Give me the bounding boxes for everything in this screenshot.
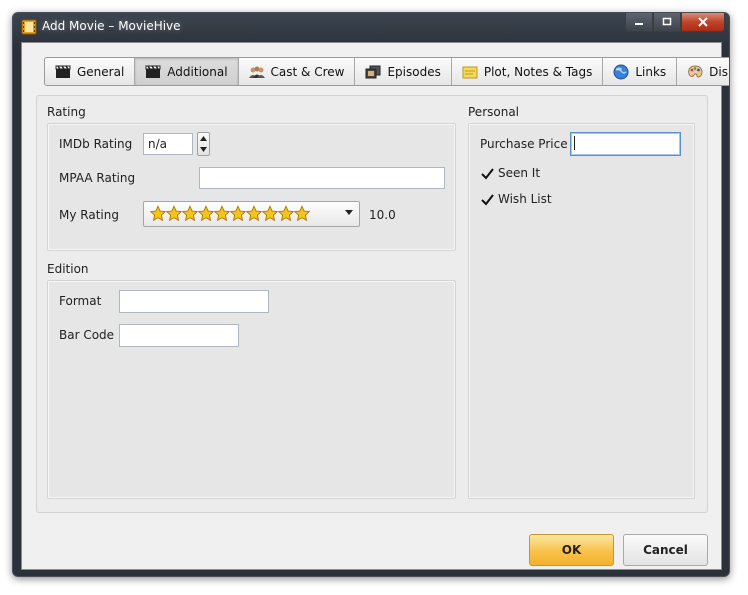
maximize-icon [662,17,672,26]
tab-label: Additional [167,64,228,79]
my-rating-dropdown[interactable] [143,201,360,227]
clapperboard-icon [145,65,161,78]
star-icon [230,205,246,222]
imdb-rating-input[interactable] [143,133,193,155]
tab-display[interactable]: Display [677,58,729,85]
rating-stars [150,205,310,222]
checkmark-icon [481,167,494,180]
tab-label: General [77,64,125,79]
palette-icon [688,64,703,77]
edition-panel: Format Bar Code [47,280,456,499]
tab-episodes[interactable]: Episodes [355,58,452,85]
tab-bar: General Additional Cast & Crew Episodes … [44,57,729,86]
globe-icon [613,64,629,79]
tab-label: Episodes [387,64,441,79]
star-icon [198,205,214,222]
star-icon [150,205,166,222]
seen-it-checkbox[interactable]: Seen It [481,166,540,180]
star-icon [278,205,294,222]
window-controls [625,13,725,32]
close-button[interactable] [681,13,725,32]
chevron-down-icon [345,210,353,215]
star-icon [214,205,230,222]
window-title: Add Movie – MovieHive [42,19,181,33]
edition-group-label: Edition [47,262,89,276]
imdb-rating-label: IMDb Rating [59,137,133,151]
tab-label: Plot, Notes & Tags [483,64,593,79]
minimize-button[interactable] [625,13,653,32]
wish-list-checkbox[interactable]: Wish List [481,192,552,206]
star-icon [262,205,278,222]
tab-label: Cast & Crew [270,64,345,79]
tab-links[interactable]: Links [603,58,678,85]
clapperboard-icon [55,65,71,78]
bar-code-input[interactable] [119,324,239,347]
dialog-client-area: General Additional Cast & Crew Episodes … [21,42,729,570]
imdb-rating-spinner[interactable] [197,132,210,156]
spin-down-button[interactable] [198,144,209,155]
arrow-down-icon [200,147,207,152]
rating-panel: IMDb Rating MPAA Rating My Rating [47,123,456,251]
spin-up-button[interactable] [198,133,209,144]
mpaa-rating-input[interactable] [199,167,445,189]
format-input[interactable] [119,290,269,313]
wish-list-label: Wish List [498,192,552,206]
bar-code-label: Bar Code [59,328,115,342]
add-movie-window: Add Movie – MovieHive General Additional [12,12,730,577]
seen-it-label: Seen It [498,166,541,180]
star-icon [182,205,198,222]
checkmark-icon [481,193,494,206]
mpaa-rating-label: MPAA Rating [59,171,136,185]
maximize-button[interactable] [653,13,681,32]
tab-cast-crew[interactable]: Cast & Crew [239,58,356,85]
personal-panel: Purchase Price Seen It Wish List [468,123,695,499]
close-icon [698,17,708,27]
star-icon [166,205,182,222]
text-caret [574,136,575,150]
tab-general[interactable]: General [45,58,136,85]
tab-additional[interactable]: Additional [135,58,239,85]
ok-button[interactable]: OK [529,534,614,566]
arrow-up-icon [200,136,207,141]
my-rating-label: My Rating [59,208,119,222]
film-reel-icon [21,19,37,35]
star-icon [294,205,310,222]
film-stack-icon [365,65,381,78]
star-icon [246,205,262,222]
tab-plot-notes-tags[interactable]: Plot, Notes & Tags [452,58,604,85]
my-rating-value: 10.0 [369,208,396,222]
title-bar[interactable]: Add Movie – MovieHive [13,13,729,41]
purchase-price-input[interactable] [570,132,681,156]
tab-label: Display [709,64,729,79]
people-icon [248,66,265,78]
purchase-price-label: Purchase Price [480,137,568,151]
tab-content-additional: Rating IMDb Rating MPAA Rating My Rating [36,95,708,513]
personal-group-label: Personal [468,105,520,119]
minimize-icon [635,23,643,25]
rating-group-label: Rating [47,105,86,119]
note-icon [462,66,478,78]
tab-label: Links [635,64,667,79]
format-label: Format [59,294,102,308]
cancel-button[interactable]: Cancel [623,534,708,566]
